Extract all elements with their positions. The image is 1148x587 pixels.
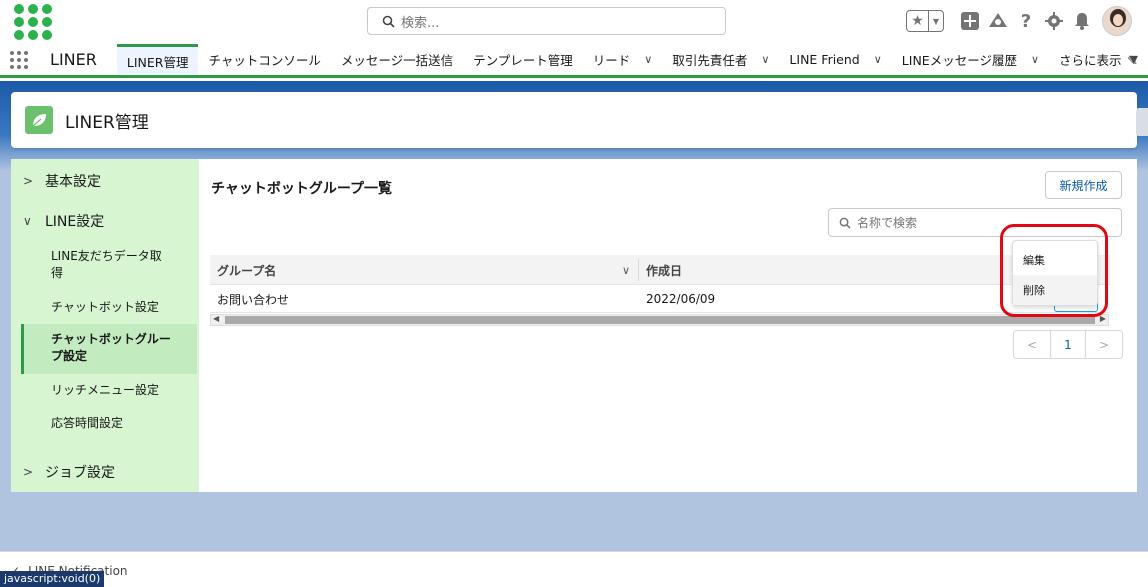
- sidebar-item-label: チャットボットグループ設定: [51, 332, 171, 363]
- sidebar-item-label: チャットボット設定: [51, 300, 159, 314]
- search-icon: [839, 217, 851, 229]
- new-button[interactable]: 新規作成: [1045, 171, 1122, 199]
- trailhead-icon[interactable]: [984, 7, 1012, 35]
- tab-chat-console[interactable]: チャットコンソール: [198, 44, 330, 75]
- chevron-down-icon[interactable]: ∨: [622, 264, 630, 277]
- sidebar-section-basic[interactable]: > 基本設定: [11, 171, 101, 191]
- sidebar-item-line-friend-data[interactable]: LINE友だちデータ取得: [21, 248, 197, 284]
- settings-sidebar: > 基本設定 ∨ LINE設定 LINE友だちデータ取得 チャットボット設定 チ…: [11, 159, 199, 492]
- cell-created-date: 2022/06/09: [646, 292, 716, 306]
- sidebar-section-label: 基本設定: [45, 174, 101, 190]
- chevron-right-icon: >: [23, 174, 34, 188]
- column-header-group-name[interactable]: グループ名 ∨: [210, 255, 638, 285]
- chevron-down-icon[interactable]: ∨: [761, 53, 769, 66]
- bell-icon[interactable]: [1068, 7, 1096, 35]
- global-search-placeholder: 検索...: [401, 15, 440, 31]
- chevron-right-icon: >: [23, 465, 34, 479]
- org-logo[interactable]: [14, 4, 52, 40]
- scrollbar-thumb[interactable]: [225, 316, 1095, 324]
- chevron-down-icon[interactable]: ∨: [874, 53, 882, 66]
- cell-group-name: お問い合わせ: [217, 292, 290, 307]
- setup-gear-icon[interactable]: [1040, 7, 1068, 35]
- app-name: LINER: [50, 50, 97, 69]
- section-title: チャットボットグループ一覧: [211, 181, 393, 197]
- prev-page-button[interactable]: <: [1014, 331, 1050, 358]
- chevron-down-icon[interactable]: ∨: [644, 53, 652, 66]
- edit-pencil-icon[interactable]: ✎: [1127, 54, 1138, 69]
- tab-label: さらに表示: [1059, 53, 1122, 68]
- sidebar-section-job[interactable]: > ジョブ設定: [11, 462, 115, 482]
- search-icon: [382, 15, 395, 28]
- sidebar-item-rich-menu[interactable]: リッチメニュー設定: [21, 382, 197, 400]
- tab-label: LINER管理: [126, 54, 189, 70]
- annotation-highlight: [1000, 224, 1108, 317]
- column-header-created-date[interactable]: 作成日: [639, 255, 1039, 285]
- pagination: < 1 >: [1013, 330, 1123, 359]
- help-icon[interactable]: ?: [1012, 7, 1040, 35]
- chevron-down-icon[interactable]: ▼: [929, 17, 943, 26]
- global-search-input[interactable]: 検索...: [367, 7, 726, 35]
- tab-line-friend[interactable]: LINE Friend ∨: [779, 44, 891, 75]
- name-search-placeholder: 名称で検索: [857, 216, 918, 230]
- scroll-left-icon[interactable]: ◀: [213, 314, 219, 323]
- tab-label: メッセージ一括送信: [340, 53, 454, 68]
- avatar[interactable]: [1102, 6, 1132, 36]
- header-icons: ★ ▼ ?: [906, 4, 1148, 38]
- global-header: 検索... ★ ▼ ?: [0, 0, 1148, 44]
- chevron-down-icon[interactable]: ∨: [1031, 53, 1039, 66]
- sidebar-item-label: 応答時間設定: [51, 416, 124, 430]
- table-header: グループ名 ∨ 作成日: [210, 255, 1110, 285]
- app-nav-bar: LINER LINER管理 チャットコンソール メッセージ一括送信 テンプレート…: [0, 44, 1148, 78]
- next-page-button[interactable]: >: [1086, 331, 1122, 358]
- sidebar-item-chatbot[interactable]: チャットボット設定: [21, 299, 197, 317]
- utility-bar: ✓ LINE Notification: [0, 551, 1148, 587]
- column-label: グループ名: [217, 263, 277, 278]
- tab-line-message-history[interactable]: LINEメッセージ履歴 ∨: [892, 44, 1049, 75]
- tab-bulk-message[interactable]: メッセージ一括送信: [331, 44, 463, 75]
- side-panel-handle[interactable]: [1136, 108, 1148, 136]
- star-icon[interactable]: ★: [907, 11, 929, 31]
- app-launcher-button[interactable]: [0, 44, 38, 75]
- sidebar-item-response-time[interactable]: 応答時間設定: [21, 415, 197, 433]
- page-header: LINER管理: [11, 92, 1137, 148]
- scroll-right-icon[interactable]: ▶: [1100, 314, 1106, 323]
- page-number-button[interactable]: 1: [1050, 331, 1086, 358]
- horizontal-scrollbar[interactable]: ◀ ▶: [210, 314, 1109, 326]
- leaf-icon: [25, 106, 53, 134]
- tab-label: チャットコンソール: [208, 53, 321, 68]
- page-title: LINER管理: [65, 112, 149, 133]
- tab-lead[interactable]: リード ∨: [583, 44, 663, 75]
- sidebar-section-line[interactable]: ∨ LINE設定: [11, 211, 104, 231]
- table-row[interactable]: お問い合わせ 2022/06/09: [210, 285, 1110, 313]
- tab-contact[interactable]: 取引先責任者 ∨: [662, 44, 779, 75]
- app-launcher-icon: [10, 50, 29, 69]
- chevron-down-icon: ∨: [23, 214, 32, 228]
- sidebar-item-chatbot-group[interactable]: チャットボットグループ設定: [21, 324, 197, 374]
- tab-label: リード: [592, 53, 631, 68]
- sidebar-item-label: LINE友だちデータ取得: [51, 249, 162, 280]
- main-content: チャットボットグループ一覧 新規作成 名称で検索 グループ名 ∨ 作成日 お問い…: [199, 159, 1137, 492]
- browser-status-url: javascript:void(0): [0, 571, 105, 587]
- favorites-button[interactable]: ★ ▼: [906, 10, 944, 32]
- tab-label: LINEメッセージ履歴: [901, 53, 1017, 68]
- sidebar-section-label: LINE設定: [45, 214, 105, 230]
- add-icon[interactable]: [956, 7, 984, 35]
- sidebar-item-label: リッチメニュー設定: [51, 383, 160, 397]
- tab-template[interactable]: テンプレート管理: [463, 44, 583, 75]
- tab-liner-admin[interactable]: LINER管理: [116, 44, 199, 75]
- tab-label: テンプレート管理: [473, 53, 573, 68]
- tab-label: 取引先責任者: [672, 53, 748, 68]
- sidebar-section-label: ジョブ設定: [45, 465, 115, 481]
- column-label: 作成日: [646, 263, 683, 278]
- tab-label: LINE Friend: [789, 52, 860, 67]
